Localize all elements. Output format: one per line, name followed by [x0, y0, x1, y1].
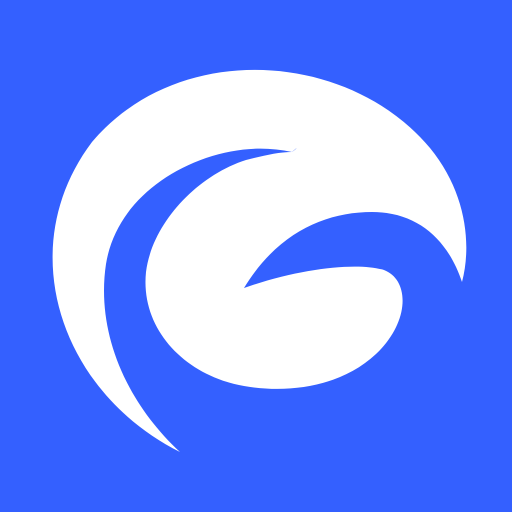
wave-swirl-logo-icon [0, 0, 512, 512]
app-icon [0, 0, 512, 512]
